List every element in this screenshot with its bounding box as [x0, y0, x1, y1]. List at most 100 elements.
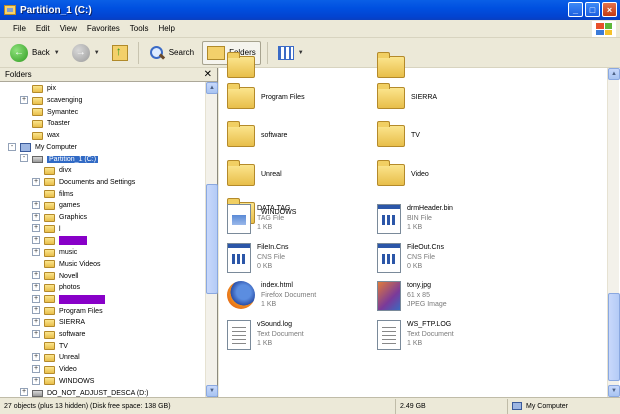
- search-button[interactable]: Search: [145, 41, 198, 65]
- tree-item[interactable]: + Video: [32, 364, 77, 376]
- expand-icon[interactable]: +: [32, 318, 40, 326]
- tree-item[interactable]: Toaster: [32, 118, 70, 130]
- folder-item[interactable]: Video: [377, 158, 429, 186]
- tree-item[interactable]: + music: [32, 247, 78, 259]
- tree-item[interactable]: +: [32, 235, 87, 247]
- menu-favorites[interactable]: Favorites: [82, 24, 125, 33]
- close-pane-icon[interactable]: ✕: [204, 69, 212, 80]
- binary-file-icon: [377, 243, 401, 273]
- tree-item[interactable]: + l: [32, 223, 61, 235]
- content-scrollbar[interactable]: ▲ ▼: [607, 68, 620, 397]
- tree-item[interactable]: + Documents and Settings: [32, 177, 135, 189]
- expand-icon[interactable]: +: [32, 353, 40, 362]
- file-item[interactable]: FileOut.Cns CNS File 0 KB: [377, 243, 444, 273]
- folder-item[interactable]: Unreal: [227, 158, 282, 186]
- views-button[interactable]: ▼: [274, 41, 308, 65]
- collapse-icon[interactable]: -: [20, 154, 28, 163]
- tree-item[interactable]: films: [44, 188, 73, 200]
- expand-icon[interactable]: +: [32, 224, 40, 233]
- tree-item[interactable]: + SIERRA: [32, 317, 85, 329]
- tree-item[interactable]: Symantec: [32, 106, 78, 118]
- tree-item[interactable]: +: [32, 294, 105, 306]
- tree-item[interactable]: + Graphics: [32, 212, 87, 224]
- title-bar[interactable]: Partition_1 (C:) _ □ ×: [0, 0, 620, 20]
- text-document-icon: [227, 320, 251, 350]
- expand-icon[interactable]: +: [32, 294, 40, 303]
- tree-item[interactable]: - My Computer: [8, 142, 77, 154]
- redacted-label: [59, 236, 87, 246]
- forward-button[interactable]: → ▼: [68, 41, 104, 65]
- forward-dropdown-icon[interactable]: ▼: [94, 50, 100, 56]
- expand-icon[interactable]: +: [20, 95, 28, 104]
- tree-item[interactable]: + Novell: [32, 270, 78, 282]
- expand-icon[interactable]: +: [32, 306, 40, 315]
- search-label: Search: [168, 48, 195, 57]
- tree-item[interactable]: + scavenging: [20, 95, 82, 107]
- tree-item-label: music: [59, 249, 78, 257]
- menu-edit[interactable]: Edit: [31, 24, 55, 33]
- collapse-icon[interactable]: -: [8, 142, 16, 151]
- tree-item[interactable]: + games: [32, 200, 80, 212]
- expand-icon[interactable]: +: [32, 364, 40, 373]
- folder-icon[interactable]: [377, 52, 405, 78]
- expand-icon[interactable]: +: [32, 282, 40, 291]
- tree-item[interactable]: Music Videos: [44, 259, 101, 271]
- views-icon: [277, 45, 294, 60]
- scrollbar-thumb[interactable]: [206, 184, 218, 294]
- file-item[interactable]: tony.jpg 61 x 85 JPEG Image: [377, 281, 447, 311]
- tree-item[interactable]: + DO_NOT_ADJUST_DESCA (D:): [20, 387, 149, 397]
- file-item[interactable]: drmHeader.bin BIN File 1 KB: [377, 204, 453, 234]
- folder-item[interactable]: TV: [377, 119, 420, 147]
- tree-item[interactable]: + Program Files: [32, 305, 103, 317]
- back-dropdown-icon[interactable]: ▼: [54, 50, 60, 56]
- scroll-up-arrow-icon[interactable]: ▲: [206, 82, 218, 94]
- scroll-up-arrow-icon[interactable]: ▲: [608, 68, 620, 80]
- back-button[interactable]: ← Back ▼: [6, 41, 64, 65]
- scroll-down-arrow-icon[interactable]: ▼: [608, 385, 620, 397]
- tree-item[interactable]: - Partition_1 (C:): [20, 153, 99, 165]
- file-size: 0 KB: [407, 263, 423, 270]
- tree-item[interactable]: pix: [32, 83, 56, 95]
- file-item[interactable]: WS_FTP.LOG Text Document 1 KB: [377, 320, 454, 350]
- tree-item[interactable]: wax: [32, 130, 59, 142]
- maximize-button[interactable]: □: [585, 2, 600, 17]
- scrollbar-thumb[interactable]: [608, 293, 620, 381]
- folders-scrollbar[interactable]: ▲ ▼: [205, 82, 218, 397]
- expand-icon[interactable]: +: [32, 329, 40, 338]
- tree-item[interactable]: + WINDOWS: [32, 376, 94, 388]
- folder-item[interactable]: Program Files: [227, 81, 305, 109]
- expand-icon[interactable]: +: [32, 201, 40, 209]
- tree-item[interactable]: + Unreal: [32, 352, 80, 364]
- file-item[interactable]: index.html Firefox Document 1 KB: [227, 281, 316, 310]
- file-size: 0 KB: [257, 263, 273, 270]
- minimize-button[interactable]: _: [568, 2, 583, 17]
- file-item[interactable]: vSound.log Text Document 1 KB: [227, 320, 304, 350]
- menu-tools[interactable]: Tools: [125, 24, 154, 33]
- tree-item[interactable]: + photos: [32, 282, 80, 294]
- toolbar-separator: [266, 41, 268, 64]
- file-list: ▲ ▼ Program Files SIERRA software TV Unreal V…: [219, 52, 620, 397]
- expand-icon[interactable]: +: [32, 247, 40, 256]
- file-item[interactable]: FileIn.Cns CNS File 0 KB: [227, 243, 289, 273]
- up-button[interactable]: [108, 41, 132, 65]
- forward-arrow-icon: →: [71, 43, 90, 62]
- menu-view[interactable]: View: [55, 24, 82, 33]
- expand-icon[interactable]: +: [32, 376, 40, 385]
- menu-help[interactable]: Help: [153, 24, 179, 33]
- expand-icon[interactable]: +: [32, 177, 40, 186]
- tree-item[interactable]: TV: [44, 340, 68, 352]
- expand-icon[interactable]: +: [20, 388, 28, 397]
- close-button[interactable]: ×: [602, 2, 617, 17]
- expand-icon[interactable]: +: [32, 271, 40, 280]
- folder-item[interactable]: SIERRA: [377, 81, 437, 109]
- file-item[interactable]: DATA.TAG TAG File 1 KB: [227, 204, 290, 234]
- menu-file[interactable]: File: [8, 24, 31, 33]
- tree-item[interactable]: + software: [32, 329, 85, 341]
- folder-icon[interactable]: [227, 52, 255, 78]
- expand-icon[interactable]: +: [32, 212, 40, 221]
- expand-icon[interactable]: +: [32, 236, 40, 245]
- tree-item[interactable]: divx: [44, 165, 71, 177]
- scroll-down-arrow-icon[interactable]: ▼: [206, 385, 218, 397]
- file-type: CNS File: [257, 253, 286, 261]
- folder-item[interactable]: software: [227, 119, 287, 147]
